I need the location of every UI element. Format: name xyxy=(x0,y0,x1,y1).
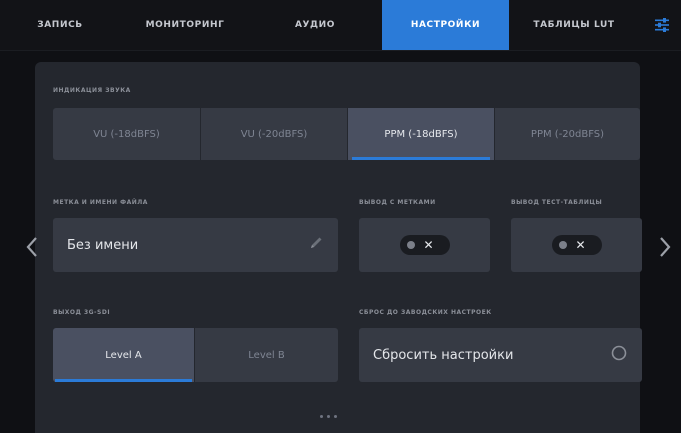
selected-indicator xyxy=(55,379,192,382)
chevron-right-icon[interactable] xyxy=(655,235,675,259)
sdi-level-b-option[interactable]: Level B xyxy=(195,328,338,382)
selected-indicator xyxy=(352,157,490,160)
toggle-off-x-icon: ✕ xyxy=(575,238,586,252)
tab-audio[interactable]: АУДИО xyxy=(250,0,380,50)
chevron-left-icon[interactable] xyxy=(22,235,42,259)
timecode-output-label: ВЫВОД С МЕТКАМИ xyxy=(359,199,436,206)
toggle-off-x-icon: ✕ xyxy=(423,238,434,252)
test-pattern-label: ВЫВОД ТЕСТ-ТАБЛИЦЫ xyxy=(511,199,603,206)
tab-monitor[interactable]: МОНИТОРИНГ xyxy=(120,0,250,50)
toggle-knob xyxy=(406,241,415,249)
timecode-output-toggle-field[interactable]: ✕ xyxy=(359,218,490,272)
audio-meter-option-vu18[interactable]: VU (-18dBFS) xyxy=(53,108,200,160)
tab-bar: ЗАПИСЬ МОНИТОРИНГ АУДИО НАСТРОЙКИ ТАБЛИЦ… xyxy=(0,0,681,51)
pencil-icon[interactable] xyxy=(308,235,324,255)
camera-label-label: МЕТКА И ИМЕНИ ФАЙЛА xyxy=(53,199,148,206)
timecode-output-toggle[interactable]: ✕ xyxy=(399,235,450,255)
sdi-level-a-label: Level A xyxy=(105,349,142,361)
factory-reset-button[interactable]: Сбросить настройки xyxy=(359,328,642,382)
camera-label-value: Без имени xyxy=(67,237,139,253)
audio-meter-option-label: PPM (-18dBFS) xyxy=(384,128,458,140)
page-dot xyxy=(334,415,337,418)
audio-meter-option-vu20[interactable]: VU (-20dBFS) xyxy=(201,108,347,160)
menu-sliders-icon[interactable] xyxy=(642,0,681,50)
tab-setup[interactable]: НАСТРОЙКИ xyxy=(382,0,509,50)
page-dot xyxy=(320,415,323,418)
page-dot xyxy=(327,415,330,418)
audio-meter-option-ppm20[interactable]: PPM (-20dBFS) xyxy=(495,108,640,160)
tab-record[interactable]: ЗАПИСЬ xyxy=(0,0,120,50)
sdi-level-a-option[interactable]: Level A xyxy=(53,328,194,382)
toggle-knob xyxy=(558,241,567,249)
audio-meter-option-ppm18[interactable]: PPM (-18dBFS) xyxy=(348,108,494,160)
factory-reset-button-label: Сбросить настройки xyxy=(373,347,514,363)
tab-luts[interactable]: ТАБЛИЦЫ LUT xyxy=(509,0,639,50)
reset-circle-icon xyxy=(610,344,628,366)
sdi-output-label: ВЫХОД 3G-SDI xyxy=(53,309,111,316)
page-indicator xyxy=(320,415,337,418)
test-pattern-toggle-field[interactable]: ✕ xyxy=(511,218,642,272)
test-pattern-toggle[interactable]: ✕ xyxy=(551,235,602,255)
camera-label-field[interactable]: Без имени xyxy=(53,218,338,272)
factory-reset-label: СБРОС ДО ЗАВОДСКИХ НАСТРОЕК xyxy=(359,309,492,316)
audio-meters-label: ИНДИКАЦИЯ ЗВУКА xyxy=(53,87,131,94)
